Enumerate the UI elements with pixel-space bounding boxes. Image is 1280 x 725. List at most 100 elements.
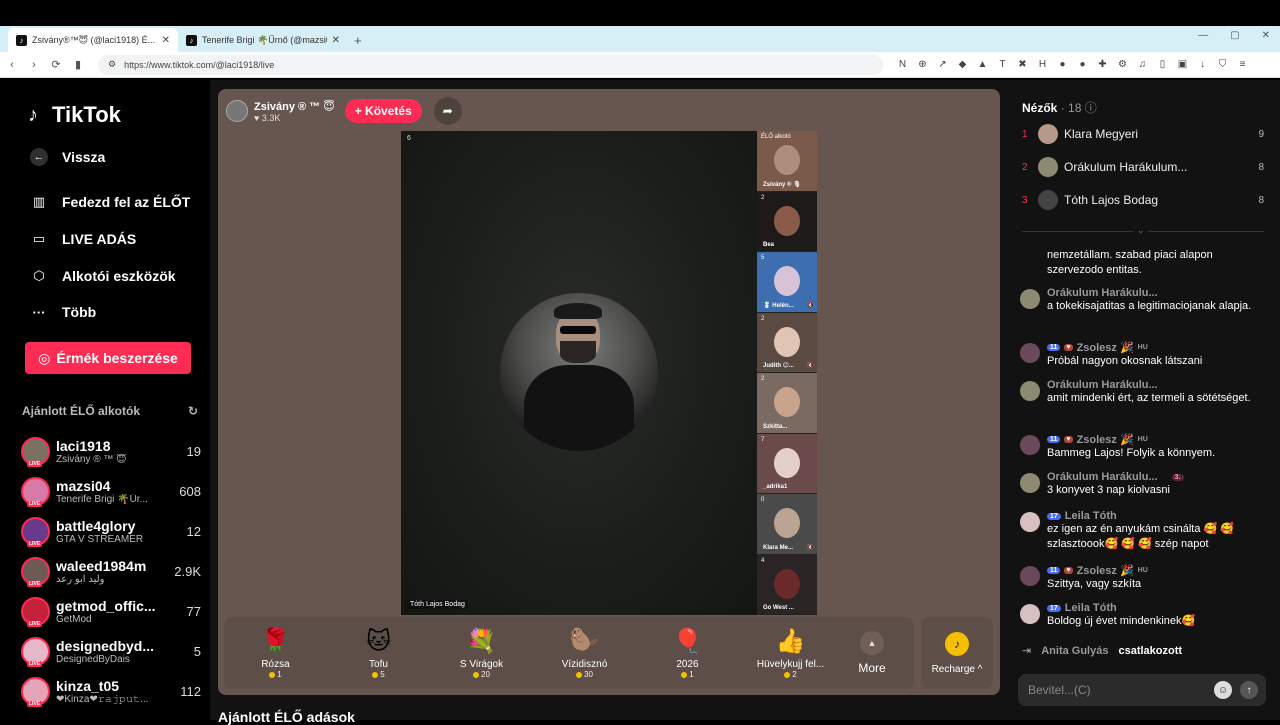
nav-explore-live[interactable]: ▥ Fedezd fel az ÉLŐT <box>30 193 191 211</box>
creator-tools-icon: ⬡ <box>33 268 45 283</box>
gift-item-2026[interactable]: 🎈 2026 1 <box>636 627 739 679</box>
creator-item[interactable]: LIVE getmod_offic... GetMod 77 <box>21 594 201 628</box>
guest-tile[interactable]: 2 Judith 😊... 🔇 <box>757 312 817 373</box>
creator-item[interactable]: LIVE mazsi04 Tenerife Brigi 🌴Űr... 608 <box>21 474 201 508</box>
translate-icon[interactable]: T <box>997 59 1008 70</box>
nav-creator-tools[interactable]: ⬡ Alkotói eszközök <box>30 267 175 285</box>
message-author[interactable]: Leila Tóth <box>1065 602 1117 614</box>
tiktok-logo[interactable]: ♪ TikTok <box>28 102 121 128</box>
avatar[interactable] <box>1020 289 1040 309</box>
live-video[interactable]: 6 Tóth Lajos Bodag <box>401 131 757 615</box>
creator-item[interactable]: LIVE battle4glory GTA V STREAMER 12 <box>21 514 201 548</box>
send-icon[interactable]: ↑ <box>1240 681 1258 699</box>
get-coins-button[interactable]: ◎ Érmék beszerzése <box>25 342 191 374</box>
host-avatar[interactable] <box>226 100 248 122</box>
fan-badge-icon: ♥ <box>1064 567 1073 574</box>
help-icon[interactable]: ⓘ <box>1085 101 1097 115</box>
message-author[interactable]: Zsolesz 🎉 <box>1077 433 1134 446</box>
sidebar-icon[interactable]: ▯ <box>1157 59 1168 70</box>
gift-item-vizidiszno[interactable]: 🦫 Vízidisznó 30 <box>533 627 636 679</box>
chat-input[interactable] <box>1028 683 1208 697</box>
site-info-icon[interactable]: ⚙ <box>108 59 116 70</box>
tiktok-page: ♪ TikTok ← Vissza ▥ Fedezd fel az ÉLŐT ▭… <box>8 80 1280 725</box>
nav-go-live[interactable]: ▭ LIVE ADÁS <box>30 230 136 248</box>
tab-close-icon[interactable]: ✕ <box>162 35 170 46</box>
tab-close-icon[interactable]: ✕ <box>332 35 340 46</box>
avatar[interactable] <box>1020 566 1040 586</box>
message-author[interactable]: Zsolesz 🎉 <box>1077 341 1134 354</box>
minimize-icon[interactable]: — <box>1198 30 1208 41</box>
top-viewer-row[interactable]: 3 Tóth Lajos Bodag 8 <box>1022 190 1264 210</box>
url-field[interactable]: ⚙ https://www.tiktok.com/@laci1918/live <box>98 54 883 75</box>
gift-item-viragok[interactable]: 💐 S Virágok 20 <box>430 627 533 679</box>
follow-button[interactable]: + Követés <box>344 99 422 123</box>
puzzle-icon[interactable]: ✚ <box>1097 59 1108 70</box>
triangle-icon[interactable]: ▲ <box>977 59 988 70</box>
guest-tile[interactable]: 4 Go West ... <box>757 554 817 615</box>
avatar[interactable] <box>1020 473 1040 493</box>
nav-more[interactable]: ··· Több <box>30 303 97 321</box>
avatar[interactable] <box>1020 604 1040 624</box>
gift-item-tofu[interactable]: 🐱 Tofu 5 <box>327 627 430 679</box>
chevron-down-icon[interactable]: ⌄ <box>1134 225 1148 236</box>
message-author[interactable]: Orákulum Harákulu... <box>1047 471 1158 483</box>
guest-tile[interactable]: 0 Klara Me... 🔇 <box>757 494 817 555</box>
x-ext-icon[interactable]: ✖ <box>1017 59 1028 70</box>
message-author[interactable]: Leila Tóth <box>1065 510 1117 522</box>
new-tab-icon[interactable]: + <box>354 33 362 48</box>
coin-icon <box>473 671 480 678</box>
creator-item[interactable]: LIVE designedbyd... DesignedByDais 5 <box>21 634 201 668</box>
wallet-icon[interactable]: ▣ <box>1177 59 1188 70</box>
creator-item[interactable]: LIVE waleed1984m وليد ابو رعد 2.9K <box>21 554 201 588</box>
hls-icon[interactable]: H <box>1037 59 1048 70</box>
maximize-icon[interactable]: ▢ <box>1230 30 1239 41</box>
emoji-icon[interactable]: ☺ <box>1214 681 1232 699</box>
reader-icon[interactable]: N <box>897 59 908 70</box>
tiktok-note-icon: ♪ <box>28 104 38 126</box>
host-name[interactable]: Zsivány ® ™ 😇 <box>254 100 335 113</box>
browser-tab[interactable]: ♪ Tenerife Brigi 🌴Űrnő (@mazsi04) É... ✕ <box>178 28 348 52</box>
creator-item[interactable]: LIVE laci1918 Zsivány ® ™ 😇 19 <box>21 434 201 468</box>
refresh-icon[interactable]: ↻ <box>188 404 198 418</box>
guest-tile[interactable]: 2 Szkitta... <box>757 373 817 434</box>
join-user[interactable]: Anita Gulyás <box>1041 645 1108 657</box>
gift-item-thumbs-up[interactable]: 👍 Hüvelykujj fel... 2 <box>739 627 842 679</box>
guest-tile[interactable]: 2 Bea <box>757 191 817 252</box>
ext-icon[interactable]: ● <box>1077 59 1088 70</box>
gift-item-rozsa[interactable]: 🌹 Rózsa 1 <box>224 627 327 679</box>
top-viewer-row[interactable]: 1 Klara Megyeri 9 <box>1022 124 1264 144</box>
back-arrow-icon[interactable]: ‹ <box>2 59 22 71</box>
gift-price: 2 <box>784 670 797 679</box>
ext-icon[interactable]: ● <box>1057 59 1068 70</box>
music-icon[interactable]: ♫ <box>1137 59 1148 70</box>
brave-shield-icon[interactable]: ◆ <box>957 59 968 70</box>
avatar[interactable] <box>1020 512 1040 532</box>
guest-tile[interactable]: ÉLŐ alkotó Zsivány ® 🎙 <box>757 131 817 192</box>
message-author[interactable]: Orákulum Harákulu... <box>1047 287 1158 299</box>
more-gifts-button[interactable]: ▲ More <box>842 631 902 675</box>
share-page-icon[interactable]: ↗ <box>937 59 948 70</box>
back-button[interactable]: ← Vissza <box>30 148 105 166</box>
bookmark-icon[interactable]: ▮ <box>68 58 88 71</box>
browser-tab-active[interactable]: ♪ Zsivány®™😇 (@laci1918) É... ✕ <box>8 28 178 52</box>
reload-icon[interactable]: ⟳ <box>46 58 66 71</box>
avatar[interactable] <box>1020 343 1040 363</box>
menu-icon[interactable]: ≡ <box>1237 59 1248 70</box>
guest-tile[interactable]: 7 _adrika1 <box>757 433 817 494</box>
download-icon[interactable]: ↓ <box>1197 59 1208 70</box>
avatar[interactable] <box>1020 435 1040 455</box>
share-icon[interactable]: ➦ <box>433 97 462 125</box>
close-window-icon[interactable]: ✕ <box>1262 30 1270 41</box>
video-caption: Tóth Lajos Bodag <box>407 600 468 609</box>
message-author[interactable]: Orákulum Harákulu... <box>1047 379 1158 391</box>
gear-icon[interactable]: ⚙ <box>1117 59 1128 70</box>
guest-tile[interactable]: 5 🎖 Helén... 🔇 <box>757 252 817 313</box>
top-viewer-row[interactable]: 2 Orákulum Harákulum... 8 <box>1022 157 1264 177</box>
recharge-button[interactable]: ♪ Recharge ^ <box>921 617 993 689</box>
creator-item[interactable]: LIVE kinza_t05 ❤Kinza❤𝚛𝚊𝚓𝚙𝚞𝚝... 112 <box>21 674 201 708</box>
message-author[interactable]: Zsolesz 🎉 <box>1077 564 1134 577</box>
forward-arrow-icon[interactable]: › <box>24 59 44 71</box>
shield-icon[interactable]: ⛉ <box>1217 59 1228 70</box>
avatar[interactable] <box>1020 381 1040 401</box>
zoom-icon[interactable]: ⊕ <box>917 59 928 70</box>
